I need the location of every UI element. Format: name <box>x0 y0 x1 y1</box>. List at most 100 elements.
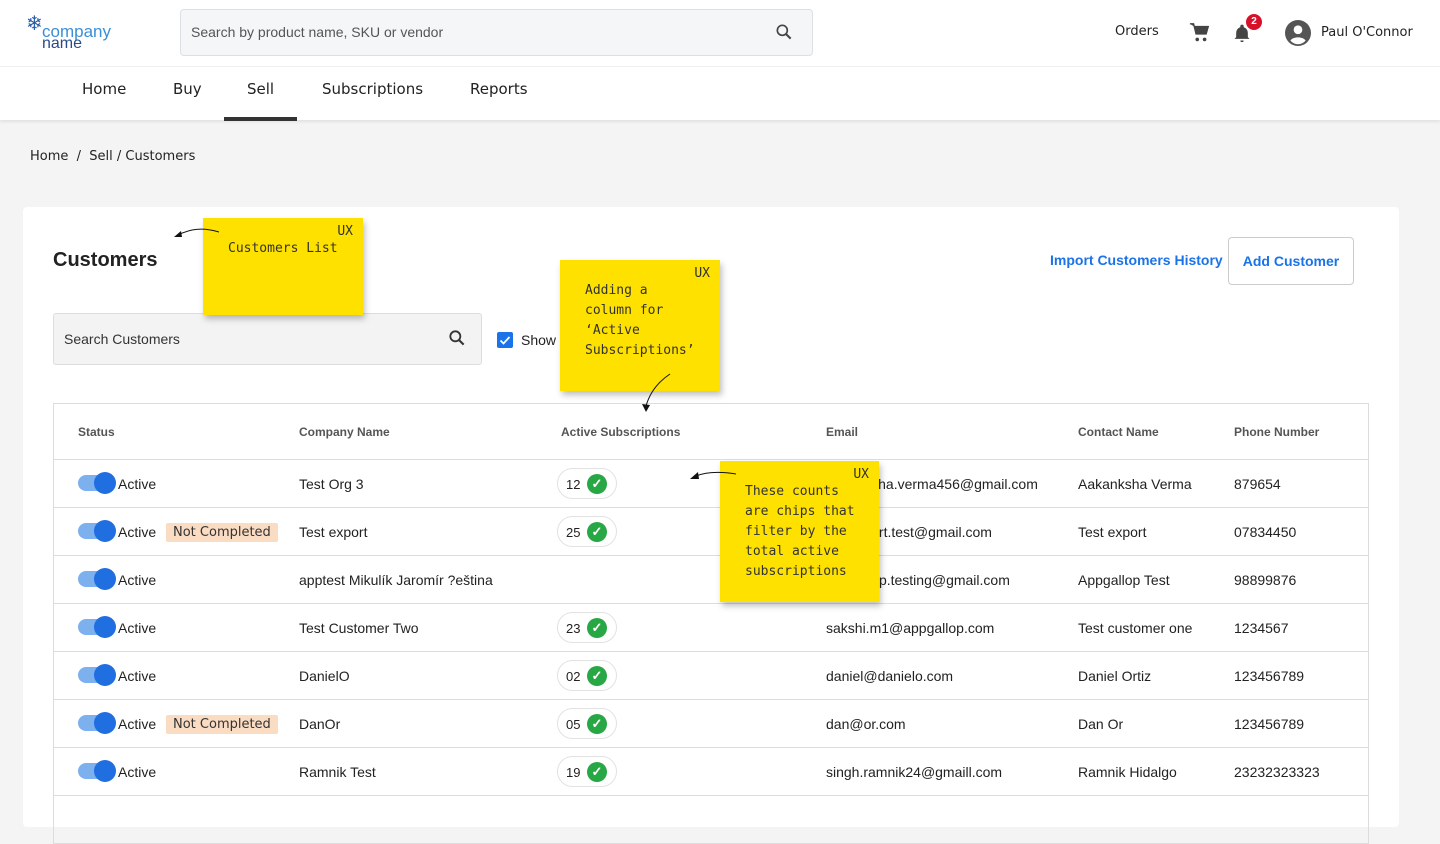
import-customers-history-link[interactable]: Import Customers History <box>1050 252 1223 268</box>
contact-name: Aakanksha Verma <box>1078 476 1192 492</box>
status-text: Active <box>118 524 157 540</box>
page-title: Customers <box>53 249 158 271</box>
table-row[interactable]: Active Test Customer Two 23 ✓ sakshi.m1@appg… <box>54 604 1368 652</box>
contact-name: Test customer one <box>1078 620 1193 636</box>
sticky-note-chips: UX These counts are chips that filter by… <box>720 461 879 602</box>
note-text: Adding a column for ‘Active Subscription… <box>585 283 695 358</box>
status-text: Active <box>118 668 157 684</box>
status-text: Active <box>118 716 157 732</box>
user-avatar-icon[interactable] <box>1285 20 1311 46</box>
table-row[interactable]: Active Not Completed Test export 25 ✓ testexp… <box>54 508 1368 556</box>
col-company[interactable]: Company Name <box>299 425 390 439</box>
email: sakshi.m1@appgallop.com <box>826 620 995 636</box>
status-text: Active <box>118 620 157 636</box>
notification-badge: 2 <box>1246 14 1262 30</box>
col-status[interactable]: Status <box>78 425 115 439</box>
phone-number: 07834450 <box>1234 524 1297 540</box>
check-circle-icon: ✓ <box>587 762 607 782</box>
subs-count: 02 <box>566 669 581 684</box>
phone-number: 123456789 <box>1234 716 1305 732</box>
orders-link[interactable]: Orders <box>1115 24 1159 39</box>
nav-sell[interactable]: Sell <box>224 80 298 121</box>
status-toggle[interactable] <box>78 712 116 734</box>
col-email[interactable]: Email <box>826 425 858 439</box>
email: daniel@danielo.com <box>826 668 954 684</box>
note-text: Customers List <box>228 241 338 256</box>
note-text: These counts are chips that filter by th… <box>745 484 855 579</box>
contact-name: Ramnik Hidalgo <box>1078 764 1177 780</box>
active-subscriptions-chip[interactable]: 19 ✓ <box>557 756 617 787</box>
contact-name: Daniel Ortiz <box>1078 668 1152 684</box>
user-name[interactable]: Paul O'Connor <box>1321 25 1413 40</box>
phone-number: 98899876 <box>1234 572 1297 588</box>
arrow-icon <box>642 373 671 412</box>
customer-search-input[interactable]: Search Customers <box>53 313 482 365</box>
company-name: DanOr <box>299 716 341 732</box>
cart-icon[interactable] <box>1189 22 1211 44</box>
table-header: Status Company Name Active Subscriptions… <box>54 404 1368 460</box>
status-toggle[interactable] <box>78 568 116 590</box>
phone-number: 123456789 <box>1234 668 1305 684</box>
company-logo[interactable]: ❄ company name <box>26 14 126 52</box>
check-circle-icon: ✓ <box>587 618 607 638</box>
nav-home[interactable]: Home <box>82 80 126 121</box>
table-row[interactable]: Active apptest Mikulík Jaromír ?eština app… <box>54 556 1368 604</box>
note-tag: UX <box>853 467 869 482</box>
search-icon[interactable] <box>447 328 467 348</box>
not-completed-badge: Not Completed <box>166 523 278 542</box>
note-tag: UX <box>337 224 353 239</box>
active-subscriptions-chip[interactable]: 05 ✓ <box>557 708 617 739</box>
subs-count: 05 <box>566 717 581 732</box>
phone-number: 1234567 <box>1234 620 1289 636</box>
top-header: ❄ company name Search by product name, S… <box>0 0 1440 66</box>
col-phone[interactable]: Phone Number <box>1234 425 1319 439</box>
company-name: apptest Mikulík Jaromír ?eština <box>299 572 493 588</box>
col-active-subscriptions[interactable]: Active Subscriptions <box>561 425 680 439</box>
phone-number: 879654 <box>1234 476 1281 492</box>
status-text: Active <box>118 764 157 780</box>
company-name: DanielO <box>299 668 350 684</box>
main-nav: Home Buy Sell Subscriptions Reports <box>0 66 1440 121</box>
status-text: Active <box>118 572 157 588</box>
active-subscriptions-chip[interactable]: 25 ✓ <box>557 516 617 547</box>
show-label: Show <box>521 332 557 348</box>
email: singh.ramnik24@gmaill.com <box>826 764 1003 780</box>
email: dan@or.com <box>826 716 906 732</box>
contact-name: Test export <box>1078 524 1147 540</box>
arrow-icon <box>174 228 220 237</box>
active-subscriptions-chip[interactable]: 12 ✓ <box>557 468 617 499</box>
company-name: Ramnik Test <box>299 764 376 780</box>
search-icon[interactable] <box>774 22 794 42</box>
subs-count: 12 <box>566 477 581 492</box>
status-toggle[interactable] <box>78 760 116 782</box>
subs-count: 19 <box>566 765 581 780</box>
table-row[interactable]: Active Not Completed DanOr 05 ✓ dan@or.com Dan… <box>54 700 1368 748</box>
table-row <box>54 796 1368 844</box>
product-search-input[interactable]: Search by product name, SKU or vendor <box>180 9 813 56</box>
check-circle-icon: ✓ <box>587 714 607 734</box>
col-contact[interactable]: Contact Name <box>1078 425 1159 439</box>
status-toggle[interactable] <box>78 472 116 494</box>
status-toggle[interactable] <box>78 520 116 542</box>
nav-reports[interactable]: Reports <box>470 80 528 121</box>
active-subscriptions-chip[interactable]: 23 ✓ <box>557 612 617 643</box>
add-customer-button[interactable]: Add Customer <box>1228 237 1354 285</box>
show-checkbox[interactable] <box>497 332 513 348</box>
nav-buy[interactable]: Buy <box>173 80 202 121</box>
nav-subscriptions[interactable]: Subscriptions <box>322 80 423 121</box>
status-text: Active <box>118 476 157 492</box>
check-circle-icon: ✓ <box>587 522 607 542</box>
breadcrumb[interactable]: Home / Sell / Customers <box>30 149 195 164</box>
phone-number: 23232323323 <box>1234 764 1320 780</box>
status-toggle[interactable] <box>78 664 116 686</box>
arrow-icon <box>690 471 737 479</box>
search-placeholder: Search Customers <box>64 331 180 347</box>
status-toggle[interactable] <box>78 616 116 638</box>
table-row[interactable]: Active DanielO 02 ✓ daniel@danielo.com Daniel… <box>54 652 1368 700</box>
snowflake-icon: ❄ <box>26 13 43 35</box>
company-name: Test export <box>299 524 368 540</box>
table-row[interactable]: Active Ramnik Test 19 ✓ singh.ramnik24@gmail… <box>54 748 1368 796</box>
search-placeholder: Search by product name, SKU or vendor <box>191 24 444 40</box>
subs-count: 23 <box>566 621 581 636</box>
active-subscriptions-chip[interactable]: 02 ✓ <box>557 660 617 691</box>
